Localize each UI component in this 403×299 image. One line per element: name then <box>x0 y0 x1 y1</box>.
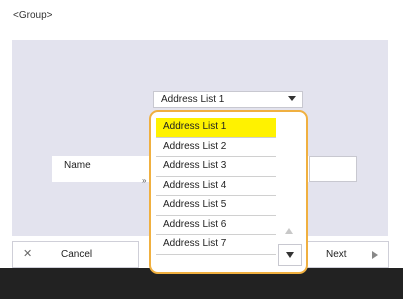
address-list-dropdown[interactable]: Address List 1 <box>153 91 303 108</box>
cancel-button[interactable]: ✕ Cancel <box>12 241 139 268</box>
address-list-popup: Address List 1 Address List 2 Address Li… <box>149 110 308 274</box>
scroll-down-icon <box>286 252 294 258</box>
list-item[interactable]: Address List 1 <box>156 118 276 138</box>
list-item[interactable]: Address List 3 <box>156 157 276 177</box>
scroll-down-button[interactable] <box>278 244 302 266</box>
next-button[interactable]: Next <box>305 241 389 268</box>
list-item[interactable]: Address List 7 <box>156 235 276 255</box>
close-icon: ✕ <box>23 248 33 260</box>
list-scrollbar[interactable] <box>278 116 302 266</box>
page-heading: <Group> <box>13 10 53 21</box>
list-item[interactable]: Address List 2 <box>156 138 276 157</box>
name-field[interactable] <box>309 156 357 182</box>
list-item[interactable]: Address List 5 <box>156 196 276 216</box>
scroll-up-icon[interactable] <box>285 228 293 234</box>
next-label: Next <box>326 249 347 260</box>
list-item[interactable]: Address List 4 <box>156 177 276 196</box>
play-arrow-icon <box>372 251 378 259</box>
name-label: Name <box>64 160 91 171</box>
chevron-down-icon <box>288 96 296 101</box>
cancel-label: Cancel <box>61 249 93 260</box>
name-marker: » <box>142 176 147 185</box>
dropdown-selected-value: Address List 1 <box>161 94 225 105</box>
list-item[interactable]: Address List 6 <box>156 216 276 235</box>
address-list-items: Address List 1 Address List 2 Address Li… <box>156 118 276 255</box>
